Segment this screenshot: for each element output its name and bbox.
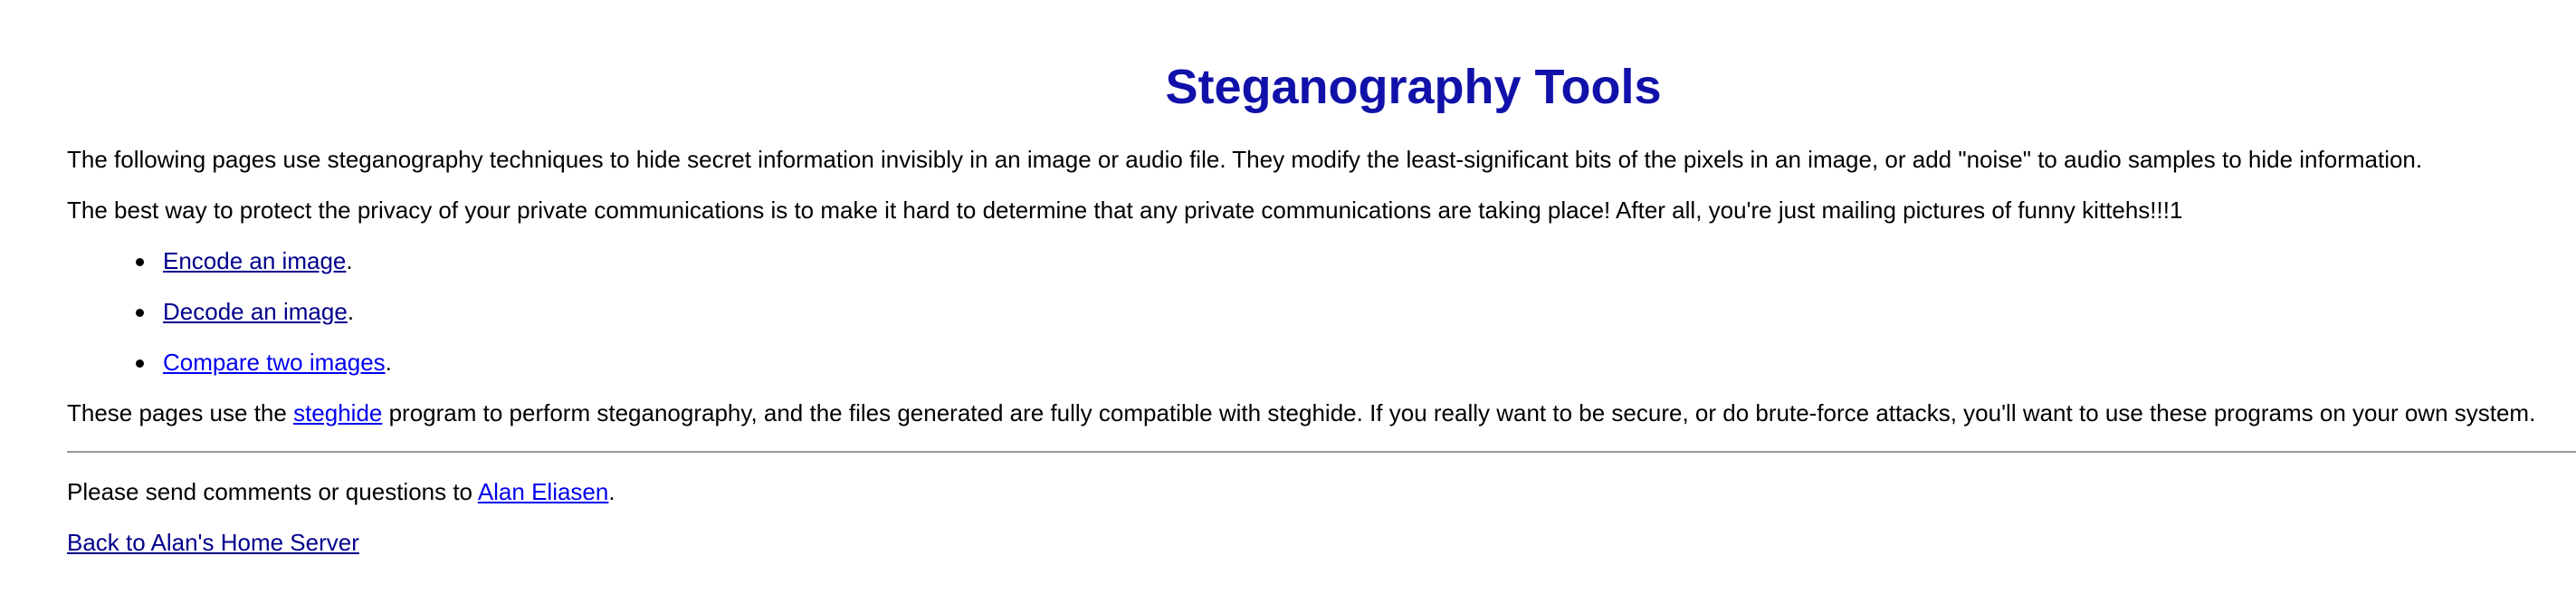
author-link[interactable]: Alan Eliasen	[478, 478, 609, 505]
steghide-paragraph: These pages use the steghide program to …	[67, 398, 2535, 428]
decode-image-link[interactable]: Decode an image	[163, 298, 348, 325]
list-item-decode: Decode an image.	[136, 296, 355, 327]
encode-image-link[interactable]: Encode an image	[163, 247, 346, 274]
bullet-icon	[136, 359, 144, 368]
intro-paragraph: The following pages use steganography te…	[67, 146, 2423, 173]
contact-text-after: .	[608, 478, 615, 505]
back-paragraph: Back to Alan's Home Server	[67, 527, 359, 558]
steghide-text-before: These pages use the	[67, 399, 294, 426]
list-item-compare: Compare two images.	[136, 347, 392, 378]
list-item-encode: Encode an image.	[136, 245, 353, 276]
compare-images-link[interactable]: Compare two images	[163, 349, 386, 376]
back-home-link[interactable]: Back to Alan's Home Server	[67, 529, 359, 556]
privacy-paragraph: The best way to protect the privacy of y…	[67, 196, 2183, 224]
contact-text-before: Please send comments or questions to	[67, 478, 478, 505]
bullet-icon	[136, 309, 144, 317]
bullet-icon	[136, 258, 144, 266]
contact-paragraph: Please send comments or questions to Ala…	[67, 476, 615, 507]
horizontal-rule	[67, 451, 2576, 453]
steghide-link[interactable]: steghide	[293, 399, 382, 426]
list-item-suffix: .	[347, 298, 355, 325]
list-item-suffix: .	[385, 349, 392, 376]
page-title: Steganography Tools	[1165, 60, 1662, 114]
list-item-suffix: .	[346, 247, 353, 274]
steghide-text-after: program to perform steganography, and th…	[382, 399, 2536, 426]
